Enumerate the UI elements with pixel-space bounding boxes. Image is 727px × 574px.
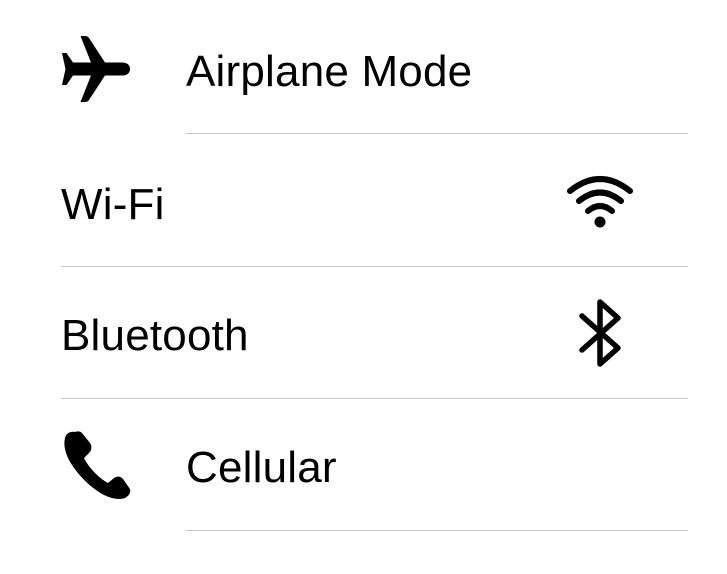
airplane-icon	[60, 36, 136, 102]
settings-item-label: Wi-Fi	[61, 180, 165, 229]
settings-item-label: Airplane Mode	[186, 47, 473, 96]
phone-icon	[62, 430, 134, 500]
settings-item-label: Cellular	[186, 443, 337, 492]
row-divider	[186, 530, 688, 531]
settings-item-label: Bluetooth	[61, 311, 249, 360]
settings-row-wifi[interactable]: Wi-Fi	[0, 133, 727, 267]
settings-row-cellular[interactable]: Cellular	[0, 398, 727, 531]
settings-row-airplane-mode[interactable]: Airplane Mode	[0, 0, 727, 134]
wifi-icon	[566, 175, 634, 229]
bluetooth-icon	[578, 298, 624, 368]
settings-row-bluetooth[interactable]: Bluetooth	[0, 266, 727, 399]
